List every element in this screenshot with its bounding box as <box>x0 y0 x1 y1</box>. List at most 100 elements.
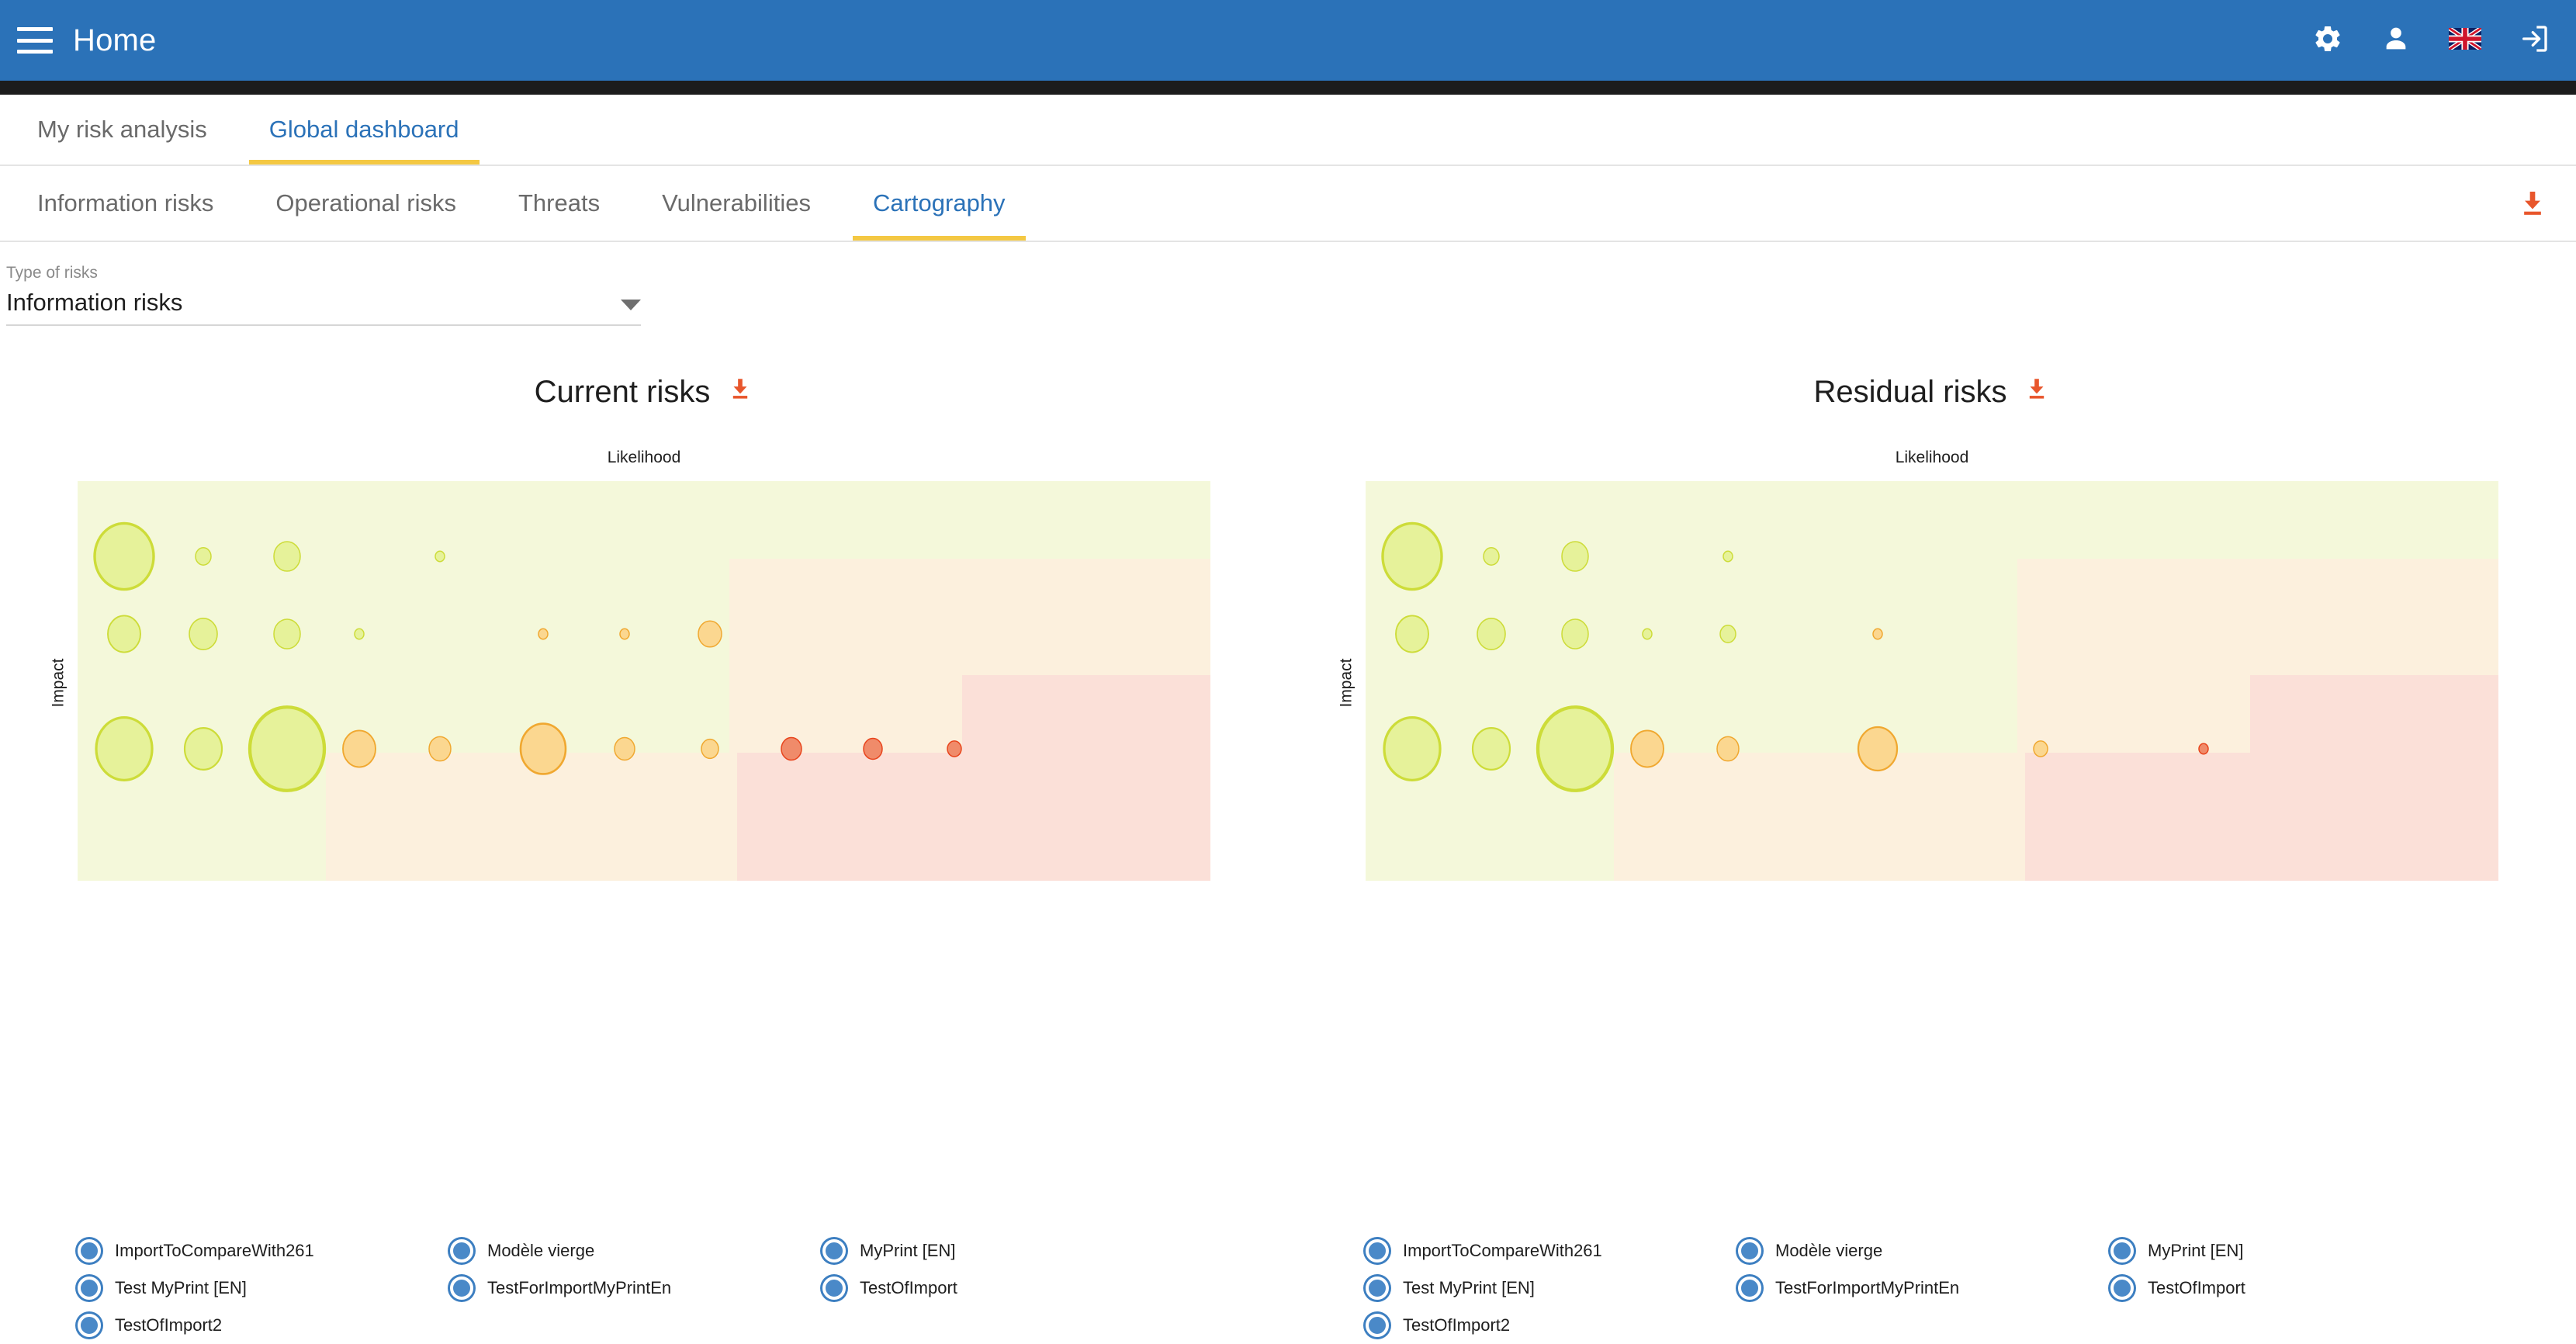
risk-bubble[interactable] <box>1872 628 1883 640</box>
risk-bubble[interactable] <box>1483 547 1500 566</box>
risk-bubble[interactable] <box>107 615 141 653</box>
current-risks-plot[interactable] <box>78 481 1210 881</box>
legend-item[interactable]: TestOfImport <box>822 1276 1195 1300</box>
hamburger-menu-icon[interactable] <box>17 27 53 54</box>
chart-title-text: Current risks <box>534 374 711 409</box>
legend-color-swatch <box>822 1276 846 1300</box>
risk-bubble[interactable] <box>248 705 327 792</box>
risk-bubble[interactable] <box>428 736 452 762</box>
legend-item[interactable]: MyPrint [EN] <box>2110 1239 2483 1263</box>
legend-item[interactable]: MyPrint [EN] <box>822 1239 1195 1263</box>
legend-color-swatch <box>78 1239 101 1263</box>
legend-color-swatch <box>1366 1314 1389 1337</box>
risk-bubble[interactable] <box>619 628 630 640</box>
risk-bubble[interactable] <box>1642 628 1653 640</box>
export-download-button[interactable] <box>2517 166 2548 241</box>
secondary-tab-bar: Information risks Operational risks Thre… <box>0 166 2576 242</box>
tab-operational-risks[interactable]: Operational risks <box>244 166 487 241</box>
risk-bubble[interactable] <box>614 736 635 761</box>
legend-item[interactable]: TestForImportMyPrintEn <box>1738 1276 2110 1300</box>
legend-color-swatch <box>2110 1276 2134 1300</box>
risk-bubble[interactable] <box>435 550 445 563</box>
app-bar-actions <box>2312 23 2550 58</box>
current-risks-plot-area: Impact <box>0 481 1288 885</box>
gear-icon[interactable] <box>2312 23 2343 58</box>
risk-bubble[interactable] <box>93 521 155 591</box>
risk-bubble[interactable] <box>1630 729 1664 768</box>
risk-bubble[interactable] <box>1536 705 1615 792</box>
legend-item-label: TestOfImport <box>2148 1278 2245 1297</box>
legend-item[interactable]: TestForImportMyPrintEn <box>450 1276 822 1300</box>
risk-zone-orange <box>1614 753 2025 881</box>
risk-bubble[interactable] <box>1716 736 1740 762</box>
type-of-risks-select[interactable]: Information risks <box>6 289 641 326</box>
chart-title-text: Residual risks <box>1813 374 2007 409</box>
residual-risks-plot[interactable] <box>1366 481 2498 881</box>
current-risks-panel: Current risks Likelihood Impact ImportTo… <box>0 365 1288 1337</box>
legend-item[interactable]: Test MyPrint [EN] <box>78 1276 450 1300</box>
page-title: Home <box>73 23 157 57</box>
risk-bubble[interactable] <box>273 541 301 572</box>
risk-bubble[interactable] <box>95 716 154 781</box>
risk-zone-orange <box>2017 675 2250 753</box>
risk-bubble[interactable] <box>354 628 365 640</box>
legend-item[interactable]: Modèle vierge <box>1738 1239 2110 1263</box>
tab-vulnerabilities[interactable]: Vulnerabilities <box>631 166 842 241</box>
residual-risks-panel: Residual risks Likelihood Impact ImportT… <box>1288 365 2576 1337</box>
risk-bubble[interactable] <box>1395 615 1429 653</box>
risk-bubble[interactable] <box>701 738 719 760</box>
select-value: Information risks <box>6 289 183 316</box>
risk-bubble[interactable] <box>1383 716 1442 781</box>
x-axis-label: Likelihood <box>607 449 681 466</box>
risk-zone-orange <box>729 675 962 753</box>
risk-bubble[interactable] <box>1471 727 1511 771</box>
legend-item[interactable]: TestOfImport <box>2110 1276 2483 1300</box>
risk-bubble[interactable] <box>2198 743 2209 755</box>
risk-zone-red <box>962 675 1210 753</box>
legend-item[interactable]: TestOfImport2 <box>78 1314 450 1337</box>
risk-bubble[interactable] <box>1561 618 1589 649</box>
risk-zone-orange <box>326 753 737 881</box>
current-risks-title-row: Current risks <box>0 365 1288 419</box>
risk-bubble[interactable] <box>781 736 802 761</box>
chevron-down-icon <box>621 300 641 310</box>
risk-bubble[interactable] <box>1477 618 1506 650</box>
risk-bubble[interactable] <box>195 547 212 566</box>
risk-bubble[interactable] <box>863 737 883 760</box>
filter-label: Type of risks <box>6 264 98 282</box>
tab-global-dashboard[interactable]: Global dashboard <box>238 95 490 165</box>
tab-cartography[interactable]: Cartography <box>842 166 1037 241</box>
risk-bubble[interactable] <box>1381 521 1443 591</box>
risk-bubble[interactable] <box>698 620 722 648</box>
tab-information-risks[interactable]: Information risks <box>6 166 244 241</box>
logout-icon[interactable] <box>2519 23 2550 58</box>
legend-item[interactable]: ImportToCompareWith261 <box>78 1239 450 1263</box>
risk-bubble[interactable] <box>1857 726 1899 772</box>
legend-item[interactable]: Modèle vierge <box>450 1239 822 1263</box>
residual-risks-legend: ImportToCompareWith261 Modèle vierge MyPri… <box>1366 1232 2529 1344</box>
risk-bubble[interactable] <box>947 740 962 757</box>
tab-my-risk-analysis[interactable]: My risk analysis <box>6 95 238 165</box>
uk-flag-icon[interactable] <box>2447 26 2483 54</box>
legend-item-label: TestOfImport2 <box>1403 1315 1511 1335</box>
legend-item[interactable]: Test MyPrint [EN] <box>1366 1276 1738 1300</box>
risk-bubble[interactable] <box>538 628 549 640</box>
download-icon[interactable] <box>727 375 753 410</box>
tab-threats[interactable]: Threats <box>487 166 631 241</box>
risk-bubble[interactable] <box>183 727 223 771</box>
risk-bubble[interactable] <box>273 618 301 649</box>
risk-bubble[interactable] <box>342 729 376 768</box>
risk-bubble[interactable] <box>1561 541 1589 572</box>
download-icon[interactable] <box>2024 375 2050 410</box>
legend-item-label: TestOfImport <box>860 1278 957 1297</box>
risk-bubble[interactable] <box>189 618 218 650</box>
person-icon[interactable] <box>2380 23 2412 58</box>
risk-bubble[interactable] <box>1723 550 1733 563</box>
legend-item[interactable]: TestOfImport2 <box>1366 1314 1738 1337</box>
type-of-risks-filter: Type of risks Information risks <box>6 264 641 326</box>
risk-bubble[interactable] <box>2033 740 2048 757</box>
risk-bubble[interactable] <box>1719 625 1736 643</box>
y-axis-label: Impact <box>49 658 68 708</box>
risk-bubble[interactable] <box>519 722 567 775</box>
legend-item[interactable]: ImportToCompareWith261 <box>1366 1239 1738 1263</box>
